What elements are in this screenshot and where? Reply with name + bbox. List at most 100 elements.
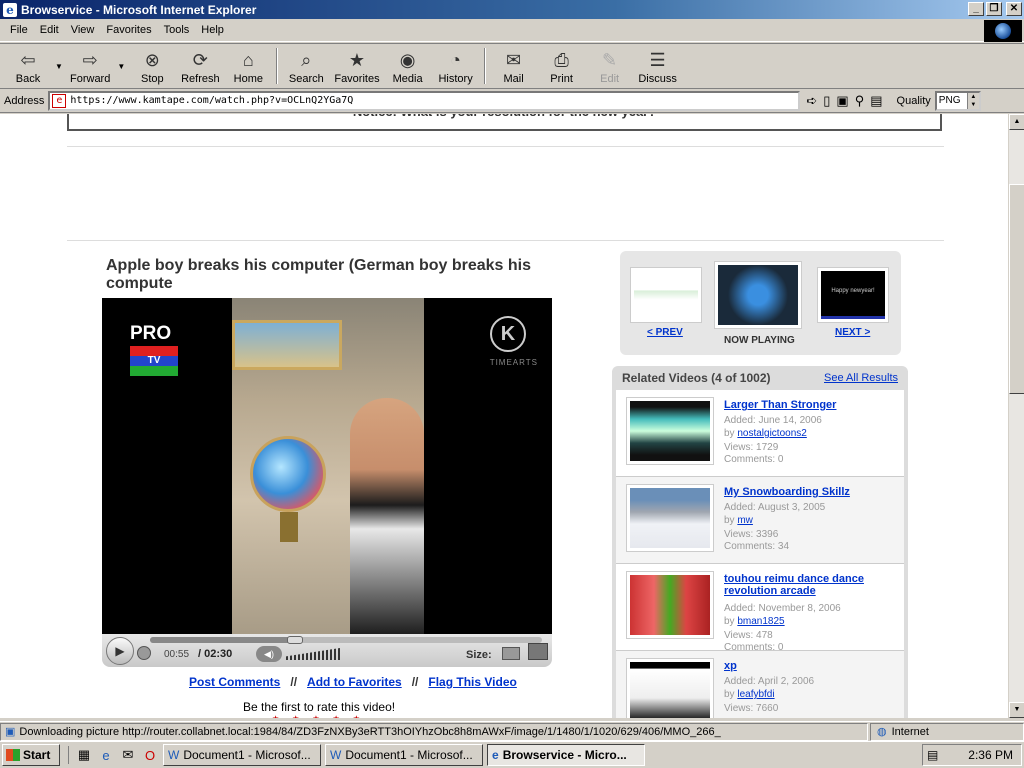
- stop-button[interactable]: ⊗ Stop: [128, 44, 176, 88]
- print-button[interactable]: ⎙ Print: [538, 44, 586, 88]
- forward-button[interactable]: ⇨ Forward: [66, 44, 114, 88]
- post-comments-link[interactable]: Post Comments: [189, 675, 280, 689]
- vertical-scrollbar[interactable]: ▲ ▼: [1008, 114, 1024, 718]
- menu-view[interactable]: View: [65, 24, 101, 36]
- add-favorites-link[interactable]: Add to Favorites: [307, 675, 402, 689]
- mail-button[interactable]: ✉ Mail: [490, 44, 538, 88]
- related-item: touhou reimu dance dance revolution arca…: [616, 564, 904, 653]
- home-button[interactable]: ⌂ Home: [224, 44, 272, 88]
- address-label: Address: [4, 94, 45, 107]
- back-dropdown[interactable]: ▼: [52, 44, 66, 88]
- scroll-down-icon[interactable]: ▼: [1009, 702, 1024, 718]
- opera-icon[interactable]: O: [141, 746, 159, 764]
- total-time: / 02:30: [198, 648, 233, 660]
- favorites-button[interactable]: ★ Favorites: [330, 44, 383, 88]
- outlook-icon[interactable]: ✉: [119, 746, 137, 764]
- related-videos-panel: Related Videos (4 of 1002) See All Resul…: [612, 366, 908, 718]
- related-thumbnail[interactable]: [626, 658, 714, 718]
- history-button[interactable]: ◔ History: [432, 44, 480, 88]
- home-icon: ⌂: [242, 49, 254, 70]
- clipboard-icon[interactable]: ▤: [870, 93, 882, 109]
- related-item-added: Added: April 2, 2006: [724, 676, 815, 687]
- print-icon: ⎙: [554, 49, 569, 70]
- related-thumbnail[interactable]: [626, 397, 714, 465]
- ie-icon[interactable]: e: [97, 746, 115, 764]
- forward-dropdown[interactable]: ▼: [114, 44, 128, 88]
- back-button[interactable]: ⇦ Back: [4, 44, 52, 88]
- ie-throbber-logo: [984, 20, 1022, 42]
- related-title: Related Videos (4 of 1002): [622, 371, 771, 385]
- now-playing-label: NOW PLAYING: [724, 335, 795, 346]
- history-icon: ◔: [450, 49, 462, 70]
- related-item-comments: Comments: 34: [724, 541, 790, 552]
- menu-help[interactable]: Help: [195, 24, 230, 36]
- scroll-up-icon[interactable]: ▲: [1009, 114, 1024, 130]
- task-document1-b[interactable]: W Document1 - Microsof...: [325, 744, 483, 766]
- related-item-user[interactable]: bman1825: [737, 616, 784, 627]
- ie-icon: e: [492, 748, 499, 762]
- network-icon[interactable]: ▤: [927, 748, 938, 762]
- stop-icon: ⊗: [144, 49, 160, 70]
- page-settings-icon[interactable]: ▣: [836, 93, 848, 109]
- back-arrow-icon: ⇦: [20, 49, 36, 70]
- related-item-user[interactable]: mw: [737, 515, 753, 526]
- prev-link[interactable]: < PREV: [647, 327, 683, 338]
- go-arrow-icon[interactable]: ➪: [806, 93, 817, 109]
- discuss-button[interactable]: ☰ Discuss: [634, 44, 682, 88]
- related-item-title[interactable]: xp: [724, 660, 894, 672]
- size-normal-button[interactable]: [502, 647, 520, 660]
- related-item-user[interactable]: nostalgictoons2: [737, 428, 807, 439]
- close-button[interactable]: ✕: [1006, 2, 1022, 16]
- current-time: 00:55: [164, 649, 190, 660]
- find-icon[interactable]: ⚲: [855, 93, 865, 109]
- progress-bar[interactable]: [150, 636, 542, 644]
- search-button[interactable]: ⌕ Search: [282, 44, 330, 88]
- show-desktop-icon[interactable]: ▦: [75, 746, 93, 764]
- related-header: Related Videos (4 of 1002) See All Resul…: [612, 366, 908, 390]
- next-thumbnail[interactable]: Happy newyear!: [817, 267, 889, 323]
- related-thumbnail[interactable]: [626, 571, 714, 639]
- bookmark-icon[interactable]: ▯: [823, 93, 830, 109]
- related-item-views: Views: 7660: [724, 703, 779, 714]
- task-document1-a[interactable]: W Document1 - Microsof...: [163, 744, 321, 766]
- toolbar-separator: [483, 48, 486, 84]
- restore-button[interactable]: ❐: [986, 2, 1002, 16]
- progress-knob[interactable]: [287, 636, 304, 644]
- related-item-user[interactable]: leafybfdi: [737, 689, 774, 700]
- menu-edit[interactable]: Edit: [34, 24, 65, 36]
- related-thumbnail[interactable]: [626, 484, 714, 552]
- edit-button[interactable]: ✎ Edit: [586, 44, 634, 88]
- rating-stars[interactable]: ★★★★★: [272, 714, 373, 718]
- stop-button[interactable]: [137, 646, 151, 660]
- quality-spinner-icon[interactable]: ▲ ▼: [966, 92, 979, 109]
- size-large-button[interactable]: [528, 643, 548, 660]
- video-player[interactable]: PRO TV K TIMEARTS: [102, 298, 552, 636]
- quality-select[interactable]: PNG ▲ ▼: [934, 90, 981, 111]
- video-subject: [350, 398, 424, 636]
- related-item-title[interactable]: Larger Than Stronger: [724, 399, 894, 411]
- address-input[interactable]: e https://www.kamtape.com/watch.php?v=OC…: [48, 90, 801, 111]
- internet-zone-icon: ◍: [877, 726, 887, 738]
- related-item-title[interactable]: touhou reimu dance dance revolution arca…: [724, 573, 894, 597]
- minimize-button[interactable]: _: [968, 2, 984, 16]
- related-item-title[interactable]: My Snowboarding Skillz: [724, 486, 894, 498]
- menu-tools[interactable]: Tools: [158, 24, 196, 36]
- media-button[interactable]: ◉ Media: [384, 44, 432, 88]
- prev-thumbnail[interactable]: [630, 267, 702, 323]
- volume-slider[interactable]: [286, 648, 340, 660]
- start-button[interactable]: Start: [2, 744, 60, 766]
- refresh-button[interactable]: ⟳ Refresh: [176, 44, 224, 88]
- menu-favorites[interactable]: Favorites: [100, 24, 157, 36]
- see-all-results-link[interactable]: See All Results: [824, 372, 898, 384]
- menu-file[interactable]: File: [4, 24, 34, 36]
- volume-icon[interactable]: ◀): [256, 646, 282, 662]
- quick-launch: ▦ e ✉ O: [68, 746, 159, 764]
- flag-video-link[interactable]: Flag This Video: [428, 675, 516, 689]
- next-link[interactable]: NEXT >: [835, 327, 870, 338]
- scroll-thumb[interactable]: [1009, 184, 1024, 394]
- task-browservice[interactable]: e Browservice - Micro...: [487, 744, 645, 766]
- play-button[interactable]: ▶: [106, 637, 134, 665]
- security-zone: ◍ Internet: [870, 722, 1024, 741]
- toolbar: ⇦ Back ▼ ⇨ Forward ▼ ⊗ Stop ⟳ Refresh ⌂ Home …: [0, 43, 1024, 89]
- search-icon: ⌕: [301, 49, 312, 70]
